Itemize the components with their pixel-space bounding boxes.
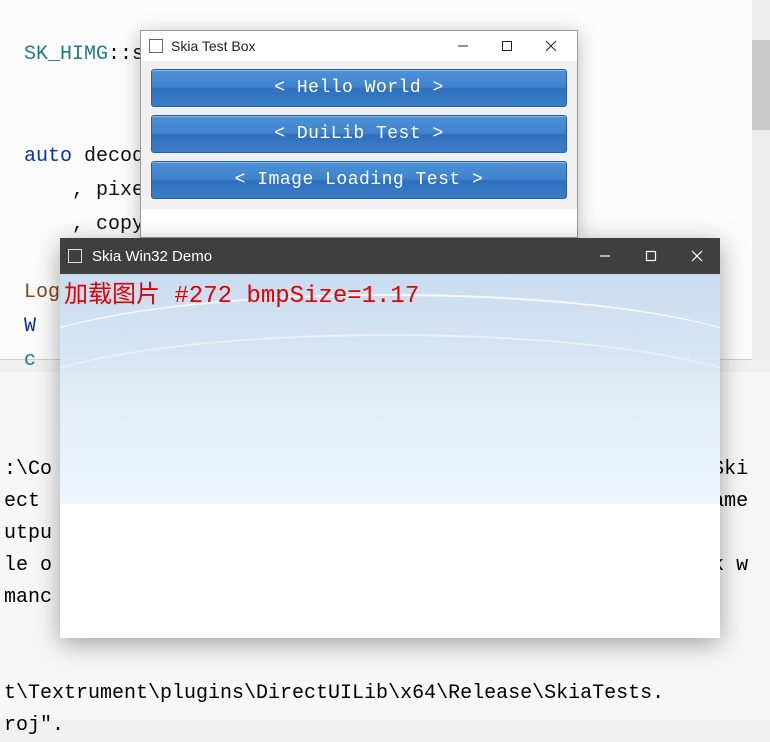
demo-titlebar[interactable]: Skia Win32 Demo — [60, 238, 720, 274]
maximize-button[interactable] — [628, 238, 674, 274]
app-icon — [149, 39, 163, 53]
testbox-body: < Hello World > < DuiLib Test > < Image … — [141, 61, 577, 209]
minimize-button[interactable] — [582, 238, 628, 274]
image-loading-test-button[interactable]: < Image Loading Test > — [151, 161, 567, 199]
maximize-button[interactable] — [485, 32, 529, 60]
testbox-titlebar[interactable]: Skia Test Box — [141, 31, 577, 61]
minimize-button[interactable] — [441, 32, 485, 60]
demo-title: Skia Win32 Demo — [92, 248, 582, 265]
hello-world-button[interactable]: < Hello World > — [151, 69, 567, 107]
demo-canvas: 加载图片 #272 bmpSize=1.17 — [60, 274, 720, 504]
testbox-title: Skia Test Box — [171, 38, 441, 54]
editor-scrollbar[interactable] — [752, 0, 770, 360]
close-button[interactable] — [674, 238, 720, 274]
duilib-test-button[interactable]: < DuiLib Test > — [151, 115, 567, 153]
window-skia-test-box: Skia Test Box < Hello World > < DuiLib T… — [140, 30, 578, 238]
code-token: SK_HIMG — [24, 43, 108, 66]
close-button[interactable] — [529, 32, 573, 60]
canvas-status-text: 加载图片 #272 bmpSize=1.17 — [64, 274, 419, 310]
window-skia-win32-demo: Skia Win32 Demo 加载图片 #272 bmpSize=1.17 — [60, 238, 720, 638]
app-icon — [68, 249, 82, 263]
editor-scrollbar-thumb[interactable] — [752, 40, 770, 130]
